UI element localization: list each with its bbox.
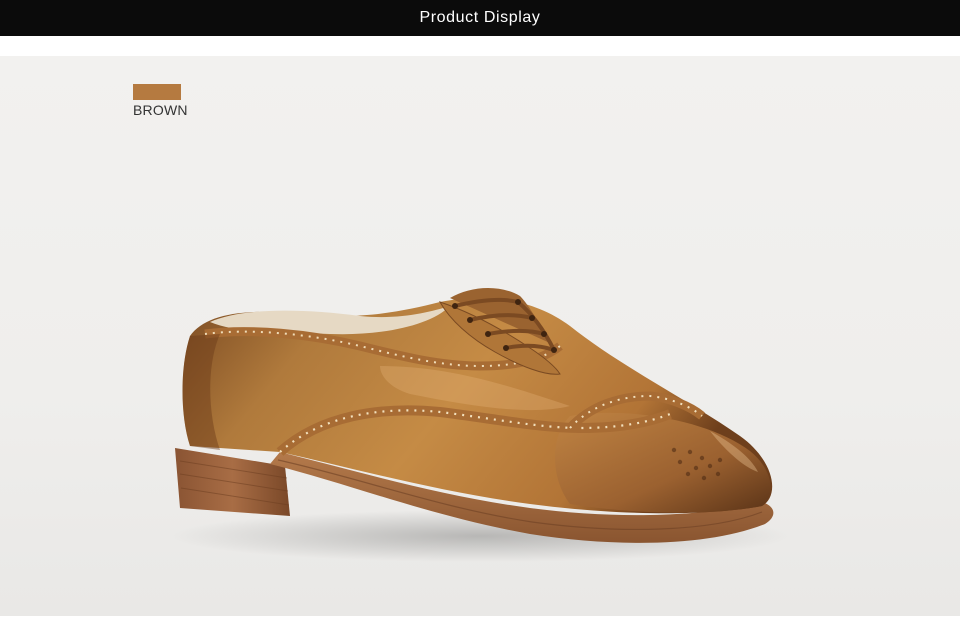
product-display-page: Product Display BROWN — [0, 0, 960, 635]
page-title: Product Display — [419, 9, 541, 26]
shoe-icon — [170, 287, 790, 562]
color-swatch-label: BROWN — [133, 102, 188, 118]
color-swatch[interactable] — [133, 84, 181, 100]
header-bar: Product Display — [0, 0, 960, 36]
product-image — [150, 216, 790, 576]
product-stage: BROWN — [0, 56, 960, 616]
